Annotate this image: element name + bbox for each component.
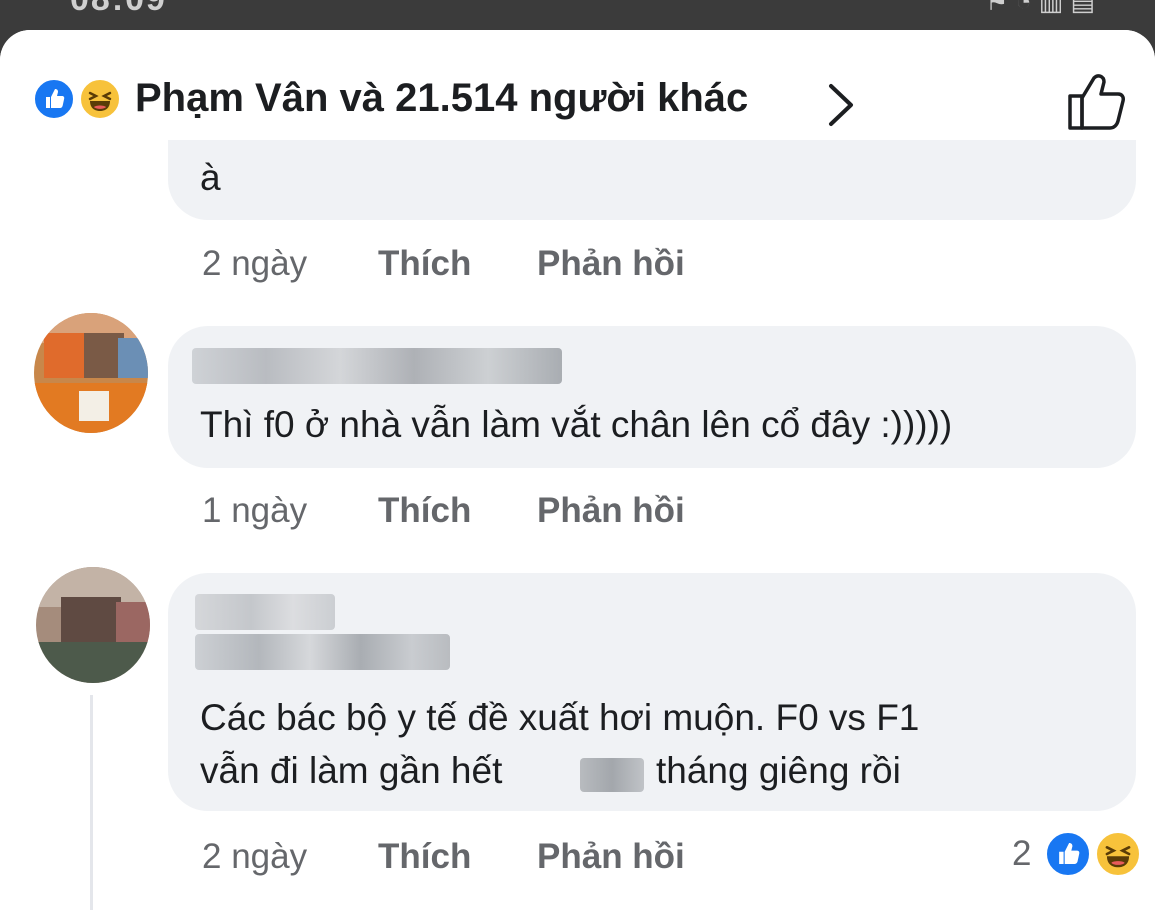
haha-reaction-icon[interactable]: [1094, 830, 1142, 878]
comment-bubble[interactable]: [168, 140, 1136, 220]
status-time: 08:09: [70, 0, 167, 19]
comment-text: Thì f0 ở nhà vẫn làm vắt chân lên cổ đây…: [200, 404, 953, 445]
comment-text-line: tháng giêng rồi: [656, 750, 901, 791]
commenter-name[interactable]: [192, 348, 562, 384]
reply-action[interactable]: Phản hồi: [537, 244, 685, 284]
like-action[interactable]: Thích: [378, 244, 471, 284]
like-reaction-icon: [32, 77, 76, 121]
commenter-name[interactable]: [195, 594, 335, 630]
comment-text-line: vẫn đi làm gần hết: [200, 750, 503, 791]
chevron-right-icon[interactable]: [823, 82, 857, 128]
haha-reaction-icon: [78, 77, 122, 121]
commenter-avatar[interactable]: [36, 567, 150, 683]
like-reaction-icon[interactable]: [1044, 830, 1092, 878]
commenter-name[interactable]: [195, 634, 450, 670]
reply-action[interactable]: Phản hồi: [537, 491, 685, 531]
reactions-header[interactable]: Phạm Vân và 21.514 người khác: [0, 30, 1155, 140]
like-outline-icon[interactable]: [1064, 70, 1128, 132]
reactions-summary[interactable]: Phạm Vân và 21.514 người khác: [135, 76, 748, 121]
reply-action[interactable]: Phản hồi: [537, 837, 685, 877]
comments-sheet: Phạm Vân và 21.514 người khác à 2 ngày T…: [0, 30, 1155, 910]
status-bar: 08:09 ⚑ ◔ ▥ ▤: [0, 0, 1155, 34]
comment-text: à: [200, 157, 221, 198]
commenter-avatar[interactable]: [34, 313, 148, 433]
censored-word: [580, 758, 644, 792]
like-action[interactable]: Thích: [378, 837, 471, 877]
reaction-count[interactable]: 2: [1012, 834, 1031, 874]
comment-timestamp: 2 ngày: [202, 837, 308, 876]
comment-timestamp: 1 ngày: [202, 491, 308, 530]
comment-timestamp: 2 ngày: [202, 244, 308, 283]
status-icons: ⚑ ◔ ▥ ▤: [985, 0, 1095, 16]
thread-line: [90, 695, 93, 910]
comment-text-line: Các bác bộ y tế đề xuất hơi muộn. F0 vs …: [200, 697, 920, 738]
like-action[interactable]: Thích: [378, 491, 471, 531]
